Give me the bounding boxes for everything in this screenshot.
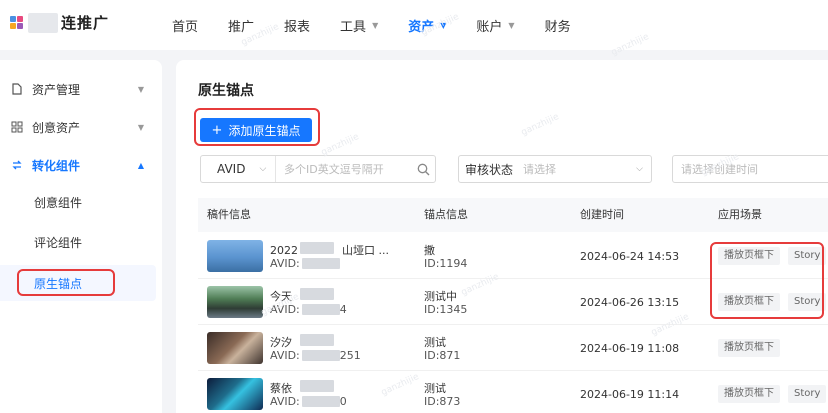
column-header-material: 稿件信息: [207, 208, 251, 221]
sub-item-label: 创意组件: [34, 195, 83, 210]
chevron-down-icon: ▼: [372, 20, 379, 30]
highlight-box-sidebar: [17, 269, 115, 296]
video-thumbnail[interactable]: [207, 332, 263, 364]
file-icon: [10, 82, 24, 96]
nav-item-label: 报表: [284, 19, 311, 35]
sub-item-label: 评论组件: [34, 235, 83, 250]
sidebar: 资产管理 ▼ 创意资产 ▼ 转化组件 ▲ 创意组件 评论组件 原生锚点: [0, 60, 162, 413]
chevron-down-icon: ▼: [440, 20, 447, 30]
top-bar: 连推广 首页 推广 报表 工具 ▼ 资产 ▼ 账户 ▼ 财务: [0, 0, 828, 50]
video-thumbnail[interactable]: [207, 286, 263, 318]
anchor-name: 测试中: [424, 290, 457, 303]
scene-tag: 播放页框下: [718, 339, 780, 357]
menu-creative-assets[interactable]: 创意资产 ▼: [0, 110, 162, 144]
audit-status-placeholder: 请选择: [523, 163, 557, 176]
redaction-block: [302, 258, 340, 269]
video-thumbnail[interactable]: [207, 240, 263, 272]
column-header-anchor: 锚点信息: [424, 208, 468, 221]
redaction-block: [302, 304, 340, 315]
nav-item-5[interactable]: 账户 ▼: [476, 16, 514, 35]
search-icon[interactable]: [411, 163, 435, 176]
id-search-filter: AVID ⌵ 多个ID英文逗号隔开: [200, 155, 436, 183]
grid-icon: [10, 120, 24, 134]
menu-label: 资产管理: [32, 82, 81, 97]
logo-text: 连推广: [61, 14, 110, 32]
redaction-block: [300, 380, 334, 392]
created-time: 2024-06-19 11:08: [580, 342, 680, 355]
column-header-scene: 应用场景: [718, 208, 762, 221]
redaction-block: [302, 350, 340, 361]
anchor-name: 撒: [424, 244, 435, 257]
created-time-picker[interactable]: 请选择创建时间: [672, 155, 828, 183]
table-header: 稿件信息 锚点信息 创建时间 应用场景: [198, 198, 828, 232]
chevron-down-icon: ▼: [137, 122, 144, 132]
main-nav: 首页 推广 报表 工具 ▼ 资产 ▼ 账户 ▼ 财务: [172, 0, 601, 50]
video-thumbnail[interactable]: [207, 378, 263, 410]
created-time: 2024-06-26 13:15: [580, 296, 680, 309]
redaction-block: [302, 396, 340, 407]
nav-item-4[interactable]: 资产 ▼: [408, 16, 446, 35]
sidebar-item-comment-components[interactable]: 评论组件: [0, 224, 162, 260]
anchor-name: 测试: [424, 382, 446, 395]
redaction-block: [300, 288, 334, 300]
scene-tag: Story: [788, 385, 827, 403]
nav-item-2[interactable]: 报表: [284, 16, 310, 35]
logo[interactable]: 连推广: [10, 12, 109, 33]
audit-status-label: 审核状态: [465, 162, 514, 177]
convert-icon: [10, 158, 24, 172]
menu-label: 创意资产: [32, 120, 81, 135]
highlight-box-scenes: [710, 242, 824, 319]
nav-item-label: 财务: [544, 19, 571, 35]
id-search-input[interactable]: 多个ID英文逗号隔开: [276, 161, 411, 177]
chevron-up-icon: ▲: [137, 160, 144, 170]
created-time-placeholder: 请选择创建时间: [681, 163, 758, 176]
nav-item-label: 推广: [228, 19, 255, 35]
highlight-box-add-button: [194, 108, 320, 146]
sidebar-item-creative-components[interactable]: 创意组件: [0, 184, 162, 220]
page-title: 原生锚点: [198, 83, 254, 99]
menu-conversion-components[interactable]: 转化组件 ▲: [0, 148, 162, 182]
nav-item-0[interactable]: 首页: [172, 16, 198, 35]
nav-item-label: 账户: [476, 19, 503, 35]
nav-item-label: 工具: [340, 19, 367, 35]
chevron-down-icon: ▼: [508, 20, 515, 30]
nav-item-1[interactable]: 推广: [228, 16, 254, 35]
redaction-block: [300, 242, 334, 254]
main-panel: 原生锚点 + 添加原生锚点 AVID ⌵ 多个ID英文逗号隔开 审核状态 请选择…: [176, 60, 828, 413]
anchor-id: ID:1345: [424, 303, 468, 316]
table-row: 蔡依 AVID: 0 测试 ID:873 2024-06-19 11:14 播放页框下 Sto…: [198, 371, 828, 413]
chevron-down-icon: ▼: [137, 84, 144, 94]
anchor-name: 测试: [424, 336, 446, 349]
scene-tag: 播放页框下: [718, 385, 780, 403]
nav-item-3[interactable]: 工具 ▼: [340, 16, 378, 35]
id-type-value: AVID: [217, 162, 246, 176]
nav-item-6[interactable]: 财务: [545, 16, 571, 35]
created-time: 2024-06-24 14:53: [580, 250, 680, 263]
menu-label: 转化组件: [32, 158, 81, 173]
chevron-down-icon: ⌵: [259, 164, 267, 174]
created-time: 2024-06-19 11:14: [580, 388, 680, 401]
column-header-created: 创建时间: [580, 208, 624, 221]
id-type-select[interactable]: AVID ⌵: [201, 156, 276, 182]
logo-redaction: [28, 12, 58, 33]
nav-item-label: 首页: [172, 19, 199, 35]
anchor-id: ID:871: [424, 349, 461, 362]
nav-item-label: 资产: [408, 19, 435, 35]
menu-asset-management[interactable]: 资产管理 ▼: [0, 72, 162, 106]
logo-mark-icon: [10, 15, 24, 30]
redaction-block: [300, 334, 334, 346]
chevron-down-icon: ⌵: [636, 164, 643, 174]
audit-status-select[interactable]: 审核状态 请选择 ⌵: [458, 155, 652, 183]
anchor-id: ID:873: [424, 395, 461, 408]
anchor-id: ID:1194: [424, 257, 468, 270]
table-row: 汐汐 AVID: 251 测试 ID:871 2024-06-19 11:08 播放页框下: [198, 325, 828, 371]
